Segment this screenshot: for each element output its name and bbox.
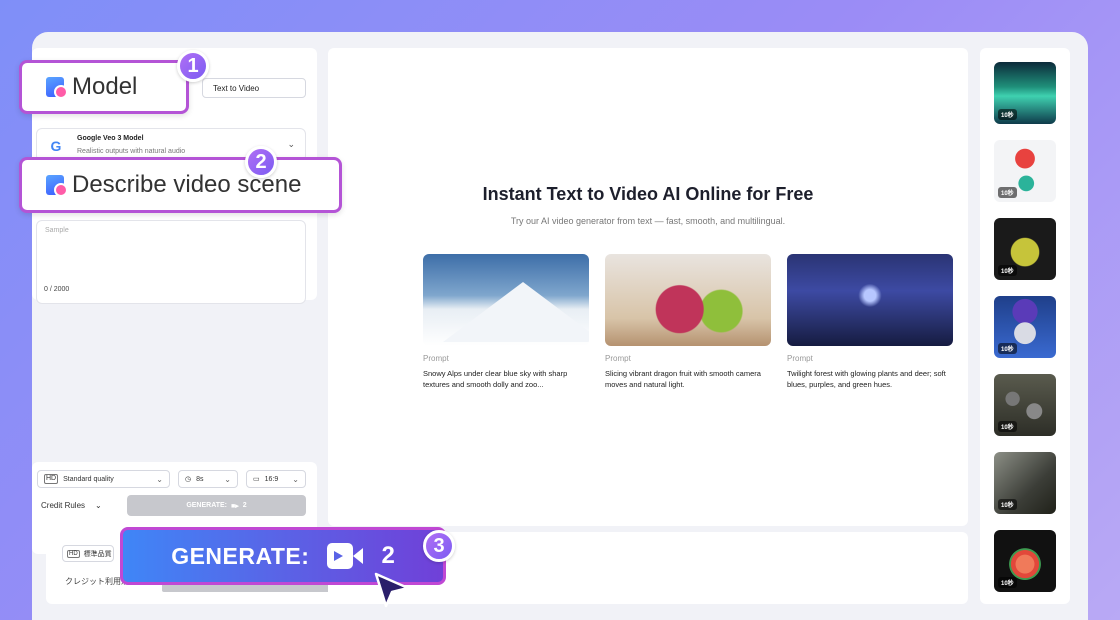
model-name: Google Veo 3 Model [77, 135, 144, 142]
duration-badge: 10秒 [998, 109, 1017, 120]
duration-badge: 10秒 [998, 577, 1017, 588]
duration-badge: 10秒 [998, 265, 1017, 276]
char-counter: 0 / 2000 [44, 286, 70, 293]
history-thumb[interactable]: 10秒 [994, 452, 1056, 514]
main-showcase: Instant Text to Video AI Online for Free… [328, 48, 968, 526]
model-description: Realistic outputs with natural audio [77, 148, 186, 155]
google-icon: G [50, 138, 62, 154]
example-image-alps[interactable] [423, 254, 589, 346]
step-badge-3: 3 [423, 530, 455, 562]
chevron-down-icon: ⌄ [292, 474, 299, 484]
video-camera-icon [327, 543, 364, 569]
quality-label: Standard quality [63, 475, 114, 483]
prompt-label: Prompt [787, 354, 813, 363]
prompt-label: Prompt [423, 354, 449, 363]
history-thumb[interactable]: 10秒 [994, 62, 1056, 124]
prompt-label: Prompt [605, 354, 631, 363]
example-card[interactable]: Prompt Slicing vibrant dragon fruit with… [605, 254, 771, 390]
quality-select[interactable]: HD Standard quality ⌄ [37, 470, 170, 488]
chevron-down-icon: ⌄ [156, 474, 163, 484]
history-thumb[interactable]: 10秒 [994, 530, 1056, 592]
prompt-text: Twilight forest with glowing plants and … [787, 369, 946, 389]
generate-cost: 2 [242, 502, 247, 509]
history-thumb[interactable]: 10秒 [994, 374, 1056, 436]
example-card[interactable]: Prompt Twilight forest with glowing plan… [787, 254, 953, 390]
example-card[interactable]: Prompt Snowy Alps under clear blue sky w… [423, 254, 589, 390]
edit-document-icon [46, 175, 68, 197]
step-badge-2: 2 [245, 146, 277, 178]
credit-rules-dropdown[interactable]: Credit Rules ⌄ [41, 501, 102, 510]
duration-badge: 10秒 [998, 421, 1017, 432]
example-image-dragon-fruit[interactable] [605, 254, 771, 346]
generate-label: GENERATE: [186, 502, 228, 509]
jp-quality-select[interactable]: HD 標準品質 [62, 545, 114, 562]
history-thumb[interactable]: 10秒 [994, 218, 1056, 280]
page-subtitle: Try our AI video generator from text — f… [510, 216, 786, 226]
duration-badge: 10秒 [998, 499, 1017, 510]
duration-badge: 10秒 [998, 343, 1017, 354]
chevron-down-icon: ⌄ [95, 501, 102, 510]
chevron-down-icon: ⌄ [287, 139, 295, 149]
callout-describe-scene: Describe video scene [19, 157, 342, 213]
prompt-text: Slicing vibrant dragon fruit with smooth… [605, 369, 761, 389]
page-title: Instant Text to Video AI Online for Free [482, 184, 814, 204]
cursor-icon [374, 572, 410, 608]
step-badge-1: 1 [177, 50, 209, 82]
history-thumb[interactable]: 10秒 [994, 296, 1056, 358]
jp-quality-label: 標準品質 [83, 550, 112, 558]
history-thumb[interactable]: 10秒 [994, 140, 1056, 202]
credit-rules-label: Credit Rules [41, 501, 86, 510]
callout-model-label: Model [72, 73, 138, 100]
tab-text-to-video[interactable]: Text to Video [202, 78, 306, 98]
aspect-label: 16:9 [264, 475, 279, 483]
duration-badge: 10秒 [998, 187, 1017, 198]
hd-icon: HD [67, 549, 80, 558]
duration-label: 8s [196, 475, 204, 483]
duration-select[interactable]: ◷ 8s ⌄ [178, 470, 238, 488]
prompt-input[interactable]: Sample [36, 220, 306, 304]
edit-document-icon [46, 77, 68, 99]
clock-icon: ◷ [185, 476, 192, 483]
generate-label: GENERATE: [171, 542, 310, 569]
aspect-ratio-icon: ▭ [253, 476, 260, 483]
generate-button-small[interactable]: GENERATE: ■▸ 2 [127, 495, 306, 516]
callout-model: Model [19, 60, 189, 114]
history-sidebar: 10秒 10秒 10秒 10秒 10秒 10秒 10秒 [980, 48, 1070, 604]
hd-icon: HD [44, 474, 59, 484]
video-camera-icon: ■▸ [231, 502, 239, 510]
prompt-placeholder: Sample [45, 227, 69, 234]
aspect-select[interactable]: ▭ 16:9 ⌄ [246, 470, 306, 488]
chevron-down-icon: ⌄ [224, 474, 231, 484]
example-image-forest[interactable] [787, 254, 953, 346]
generate-cost: 2 [381, 542, 395, 569]
prompt-text: Snowy Alps under clear blue sky with sha… [423, 369, 568, 389]
